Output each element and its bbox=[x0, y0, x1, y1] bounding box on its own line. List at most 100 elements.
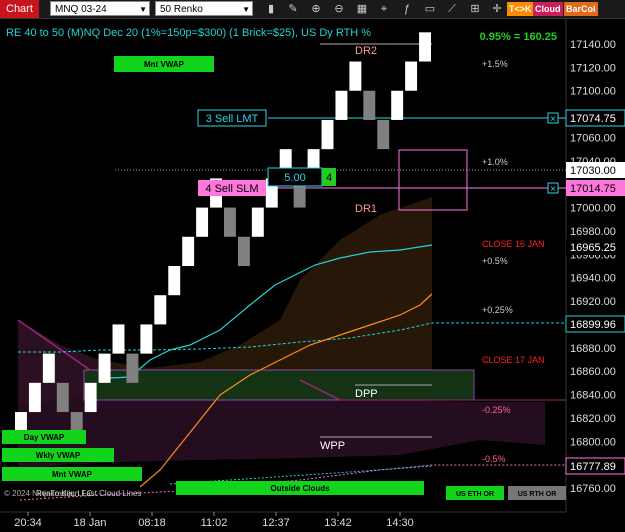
chevron-down-icon: ▼ bbox=[242, 5, 250, 14]
sell-lmt-label: 3 Sell LMT bbox=[206, 113, 259, 125]
up-brick bbox=[251, 207, 264, 237]
y-tick-label: 16920.00 bbox=[570, 296, 616, 308]
y-tick-label: 16760.00 bbox=[570, 483, 616, 495]
chart-window-tab[interactable]: Chart bbox=[0, 0, 39, 18]
y-tick-label: 17000.00 bbox=[570, 203, 616, 215]
close-icon: × bbox=[550, 184, 556, 195]
instrument-selector[interactable]: MNQ 03-24 ▼ bbox=[50, 1, 150, 16]
crosshair-icon[interactable]: ✛ bbox=[488, 1, 506, 17]
up-brick bbox=[391, 90, 404, 120]
up-brick bbox=[349, 61, 362, 91]
down-brick bbox=[237, 236, 250, 266]
data-box-icon[interactable]: ⊞ bbox=[466, 1, 484, 17]
draw-icon[interactable]: ✎ bbox=[284, 1, 302, 17]
y-tick-label: 16800.00 bbox=[570, 436, 616, 448]
pct-badge: 0.95% = 160.25 bbox=[480, 31, 557, 43]
x-axis-ticks: 20:34 18 Jan 08:18 11:02 12:37 13:42 14:30 bbox=[14, 512, 414, 529]
properties-icon[interactable]: ▦ bbox=[353, 1, 371, 17]
up-brick bbox=[98, 353, 111, 383]
instrument-value: MNQ 03-24 bbox=[55, 4, 107, 15]
up-brick bbox=[154, 295, 167, 325]
indicator-name: Renko Kijun Fast Cloud Lines bbox=[36, 489, 141, 498]
wpp-label: WPP bbox=[320, 440, 345, 452]
x-tick-label: 11:02 bbox=[201, 517, 228, 529]
cloud-button[interactable]: Cloud bbox=[533, 2, 563, 16]
y-tick-label: 16820.00 bbox=[570, 413, 616, 425]
pct-minus-0-25-label: -0.25% bbox=[482, 405, 511, 415]
x-tick-label: 18 Jan bbox=[73, 517, 106, 529]
mnt-vwap-top-label: Mnt VWAP bbox=[144, 60, 185, 69]
pct-minus-0-5-label: -0.5% bbox=[482, 454, 506, 464]
up-brick bbox=[42, 353, 55, 383]
cyan-level-price: 16899.96 bbox=[570, 319, 616, 331]
us-eth-label: US ETH OR bbox=[456, 491, 494, 498]
wkly-vwap-label: Wkly VWAP bbox=[36, 451, 81, 460]
up-brick bbox=[28, 382, 41, 413]
dr1-label: DR1 bbox=[355, 203, 377, 215]
up-brick bbox=[84, 382, 97, 413]
close-icon: × bbox=[550, 114, 556, 125]
strategies-icon[interactable]: ⌖ bbox=[375, 1, 393, 17]
x-tick-label: 20:34 bbox=[14, 517, 42, 529]
order-qty: 5.00 bbox=[284, 172, 305, 184]
bar-style-icon[interactable]: ▮ bbox=[262, 1, 280, 17]
last-price: 17030.00 bbox=[570, 165, 616, 177]
chevron-down-icon: ▼ bbox=[139, 5, 147, 14]
close-16-jan-label: CLOSE 16 JAN bbox=[482, 239, 545, 249]
mnt-vwap-label: Mnt VWAP bbox=[52, 470, 93, 479]
order-count: 4 bbox=[326, 172, 332, 184]
up-brick bbox=[168, 266, 181, 296]
price-chart[interactable]: RE 40 to 50 (M)NQ Dec 20 (1%=150p=$300) … bbox=[0, 19, 625, 532]
up-brick bbox=[196, 207, 209, 237]
up-brick bbox=[182, 236, 195, 266]
up-brick bbox=[335, 90, 348, 120]
up-brick bbox=[321, 119, 334, 150]
y-tick-label: 17060.00 bbox=[570, 132, 616, 144]
bar-type-selector[interactable]: 50 Renko ▼ bbox=[155, 1, 253, 16]
chart-toolbar: Chart MNQ 03-24 ▼ 50 Renko ▼ ▮ ✎ ⊕ ⊖ ▦ ⌖ ƒ… bbox=[0, 0, 625, 19]
close16-price: 16965.25 bbox=[570, 242, 616, 254]
barcol-button[interactable]: BarCol bbox=[564, 2, 598, 16]
day-vwap-label: Day VWAP bbox=[24, 433, 65, 442]
bar-type-value: 50 Renko bbox=[160, 4, 203, 15]
pct-1-5-label: +1.5% bbox=[482, 59, 508, 69]
up-brick bbox=[419, 32, 431, 62]
down-brick bbox=[224, 207, 236, 237]
y-tick-label: 16980.00 bbox=[570, 226, 616, 238]
y-tick-label: 16860.00 bbox=[570, 366, 616, 378]
x-tick-label: 12:37 bbox=[262, 517, 290, 529]
x-tick-label: 13:42 bbox=[324, 517, 352, 529]
dpp-label: DPP bbox=[355, 388, 378, 400]
outside-clouds-label: Outside Clouds bbox=[270, 484, 330, 493]
up-brick bbox=[405, 61, 418, 91]
close-17-jan-label: CLOSE 17 JAN bbox=[482, 355, 545, 365]
zoom-in-icon[interactable]: ⊕ bbox=[307, 1, 325, 17]
up-brick bbox=[140, 324, 153, 354]
up-brick bbox=[112, 324, 125, 354]
pct-0-5-label: +0.5% bbox=[482, 256, 508, 266]
y-tick-label: 17100.00 bbox=[570, 86, 616, 98]
indicators-icon[interactable]: ƒ bbox=[398, 1, 416, 17]
y-tick-label: 16940.00 bbox=[570, 273, 616, 285]
sell-lmt-price: 17074.75 bbox=[570, 113, 616, 125]
sell-slm-price: 17014.75 bbox=[570, 183, 616, 195]
chart-header: RE 40 to 50 (M)NQ Dec 20 (1%=150p=$300) … bbox=[6, 27, 371, 39]
order-box bbox=[398, 149, 468, 211]
x-tick-label: 14:30 bbox=[386, 517, 414, 529]
dr2-label: DR2 bbox=[355, 45, 377, 57]
pct-0-25-label: +0.25% bbox=[482, 305, 513, 315]
us-rth-label: US RTH OR bbox=[518, 491, 557, 498]
zoom-out-icon[interactable]: ⊖ bbox=[330, 1, 348, 17]
x-tick-label: 08:18 bbox=[138, 517, 166, 529]
y-tick-label: 16880.00 bbox=[570, 343, 616, 355]
drawing-tools-icon[interactable]: ⟋ bbox=[443, 1, 461, 17]
pct-1-0-label: +1.0% bbox=[482, 157, 508, 167]
y-tick-label: 17120.00 bbox=[570, 62, 616, 74]
down-brick bbox=[126, 353, 139, 383]
tko-button[interactable]: T<>K bbox=[507, 2, 534, 16]
pink-level-price: 16777.89 bbox=[570, 461, 616, 473]
down-brick bbox=[377, 119, 390, 150]
down-brick bbox=[363, 90, 376, 120]
y-tick-label: 16840.00 bbox=[570, 390, 616, 402]
templates-icon[interactable]: ▭ bbox=[421, 1, 439, 17]
